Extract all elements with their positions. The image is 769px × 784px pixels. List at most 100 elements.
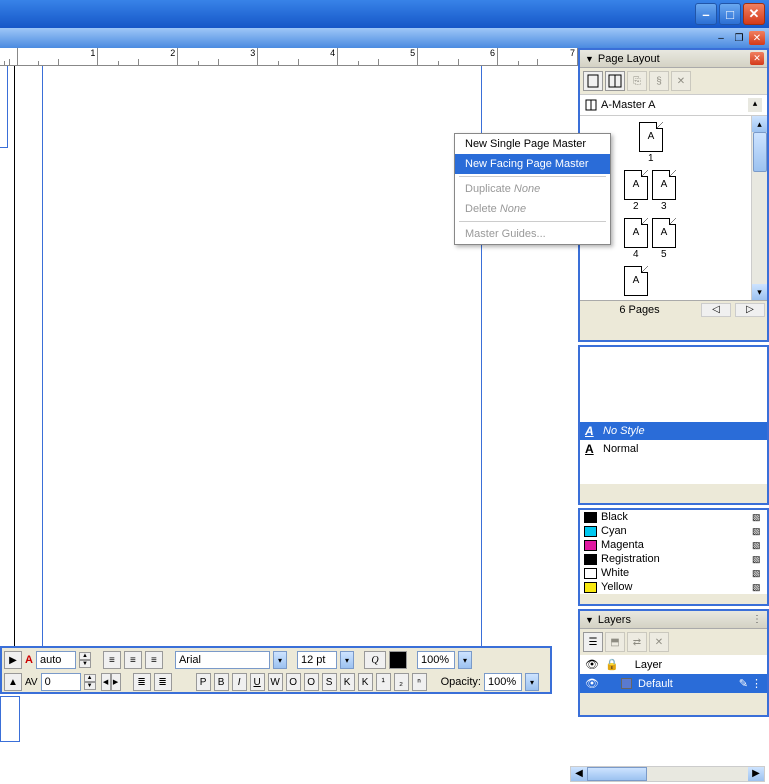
close-button[interactable]: ✕ xyxy=(743,3,765,25)
layers-list[interactable]: 👁 🔒 Layer 👁 Default ✎ ⋮ xyxy=(580,655,767,693)
new-layer-button[interactable]: ☰ xyxy=(583,632,603,652)
window-titlebar: – □ ✕ xyxy=(0,0,769,28)
scroll-right-button[interactable]: ▶ xyxy=(748,767,764,781)
style-no-style[interactable]: A No Style xyxy=(580,422,767,440)
single-page-button[interactable] xyxy=(583,71,603,91)
next-spread-button[interactable]: ▷ xyxy=(735,303,765,317)
scroll-thumb[interactable] xyxy=(753,132,767,172)
page-thumbnail[interactable]: A xyxy=(624,218,648,248)
tracking-input[interactable] xyxy=(41,673,81,691)
scroll-left-button[interactable]: ◀ xyxy=(571,767,587,781)
text-color-button[interactable] xyxy=(389,651,407,669)
color-white[interactable]: White▧ xyxy=(580,566,767,580)
color-registration[interactable]: Registration▧ xyxy=(580,552,767,566)
strike-button[interactable]: S xyxy=(322,673,337,691)
smallcaps-button[interactable]: K xyxy=(358,673,373,691)
facing-page-button[interactable] xyxy=(605,71,625,91)
horizontal-ruler: 1 2 3 4 5 6 7 xyxy=(0,48,578,66)
colors-list[interactable]: Black▧Cyan▧Magenta▧Registration▧White▧Ye… xyxy=(580,510,767,594)
page-thumbnail[interactable]: A xyxy=(624,266,648,296)
horizontal-scale-input[interactable] xyxy=(417,651,455,669)
italic-button[interactable]: I xyxy=(232,673,247,691)
align-center-button[interactable]: ≡ xyxy=(124,651,142,669)
prev-spread-button[interactable]: ◁ xyxy=(701,303,731,317)
master-page-icon xyxy=(585,99,597,111)
margin-guide xyxy=(42,66,482,651)
text-direction-up-button[interactable]: ▲ xyxy=(4,673,22,691)
font-size-input[interactable] xyxy=(297,651,337,669)
maximize-button[interactable]: □ xyxy=(719,3,741,25)
scroll-thumb[interactable] xyxy=(587,767,647,781)
edit-icon[interactable]: ✎ ⋮ xyxy=(739,677,762,690)
shadow-button[interactable]: O xyxy=(304,673,319,691)
menu-new-single-page-master[interactable]: New Single Page Master xyxy=(455,134,610,154)
master-scroll-up[interactable]: ▴ xyxy=(748,98,762,112)
move-layer-button: ⇄ xyxy=(627,632,647,652)
menu-separator xyxy=(459,176,606,177)
color-cyan[interactable]: Cyan▧ xyxy=(580,524,767,538)
justify-last-button[interactable]: ≣ xyxy=(154,673,172,691)
panel-close-button[interactable]: ✕ xyxy=(750,52,764,65)
sub-restore-button[interactable]: ❐ xyxy=(731,31,747,45)
allcaps-button[interactable]: K xyxy=(340,673,355,691)
font-family-dropdown[interactable]: ▾ xyxy=(273,651,287,669)
panel-options-icon[interactable]: ⋮ xyxy=(752,614,762,625)
superscript-button[interactable]: ¹ xyxy=(376,673,391,691)
subscript-button[interactable]: ₂ xyxy=(394,673,409,691)
word-underline-button[interactable]: W xyxy=(268,673,283,691)
align-left-button[interactable]: ≡ xyxy=(103,651,121,669)
opacity-dropdown[interactable]: ▾ xyxy=(525,673,539,691)
page-thumbnail[interactable]: A xyxy=(639,122,663,152)
color-name: Yellow xyxy=(601,581,632,593)
leading-spinner[interactable]: ▲▼ xyxy=(79,652,91,668)
style-icon: A xyxy=(585,424,599,438)
color-model-icon: ▧ xyxy=(752,540,763,551)
page-scrollbar[interactable]: ▴ ▾ xyxy=(751,116,767,300)
font-size-icon: A xyxy=(25,654,33,666)
sub-minimize-button[interactable]: – xyxy=(713,31,729,45)
justify-button[interactable]: ≣ xyxy=(133,673,151,691)
ruler-tick: 3 xyxy=(178,48,258,65)
page-number-label: 4 xyxy=(633,249,639,260)
master-list[interactable]: A-Master A ▴ xyxy=(580,94,767,116)
bold-button[interactable]: B xyxy=(214,673,229,691)
align-right-button[interactable]: ≡ xyxy=(145,651,163,669)
scroll-down-button[interactable]: ▾ xyxy=(752,284,767,300)
superior-button[interactable]: ⁿ xyxy=(412,673,427,691)
page-thumbnail[interactable]: A xyxy=(652,170,676,200)
font-size-dropdown[interactable]: ▾ xyxy=(340,651,354,669)
page-number-label: 1 xyxy=(648,153,654,164)
page-thumbnail[interactable]: A xyxy=(652,218,676,248)
sub-close-button[interactable]: ✕ xyxy=(749,31,765,45)
menu-new-facing-page-master[interactable]: New Facing Page Master xyxy=(455,154,610,174)
outline-button[interactable]: O xyxy=(286,673,301,691)
auto-leading-input[interactable] xyxy=(36,651,76,669)
color-black[interactable]: Black▧ xyxy=(580,510,767,524)
layer-default[interactable]: 👁 Default ✎ ⋮ xyxy=(580,674,767,693)
scroll-up-button[interactable]: ▴ xyxy=(752,116,767,132)
visibility-toggle[interactable]: 👁 xyxy=(585,677,599,690)
minimize-button[interactable]: – xyxy=(695,3,717,25)
opacity-input[interactable] xyxy=(484,673,522,691)
tracking-spinner[interactable]: ▲▼ xyxy=(84,674,96,690)
horizontal-scale-dropdown[interactable]: ▾ xyxy=(458,651,472,669)
page-layout-header[interactable]: ▼ Page Layout ⋮ xyxy=(580,50,767,68)
color-name: Registration xyxy=(601,553,660,565)
layers-header[interactable]: ▼ Layers ⋮ xyxy=(580,611,767,629)
nudge-left-button[interactable]: ◀ xyxy=(101,673,111,691)
styles-list[interactable]: A No Style A Normal xyxy=(580,347,767,484)
color-magenta[interactable]: Magenta▧ xyxy=(580,538,767,552)
text-direction-right-button[interactable]: ▶ xyxy=(4,651,22,669)
color-yellow[interactable]: Yellow▧ xyxy=(580,580,767,594)
opacity-label: Opacity: xyxy=(441,676,481,688)
italic-style-button[interactable]: Q xyxy=(364,651,386,669)
font-family-input[interactable] xyxy=(175,651,270,669)
horizontal-scrollbar[interactable]: ◀ ▶ xyxy=(570,766,765,782)
menu-master-guides: Master Guides... xyxy=(455,224,610,244)
nudge-right-button[interactable]: ▶ xyxy=(111,673,121,691)
style-normal[interactable]: A Normal xyxy=(580,440,767,458)
style-p-button[interactable]: P xyxy=(196,673,211,691)
page-thumbnail[interactable]: A xyxy=(624,170,648,200)
underline-button[interactable]: U xyxy=(250,673,265,691)
style-label: Normal xyxy=(603,443,638,455)
